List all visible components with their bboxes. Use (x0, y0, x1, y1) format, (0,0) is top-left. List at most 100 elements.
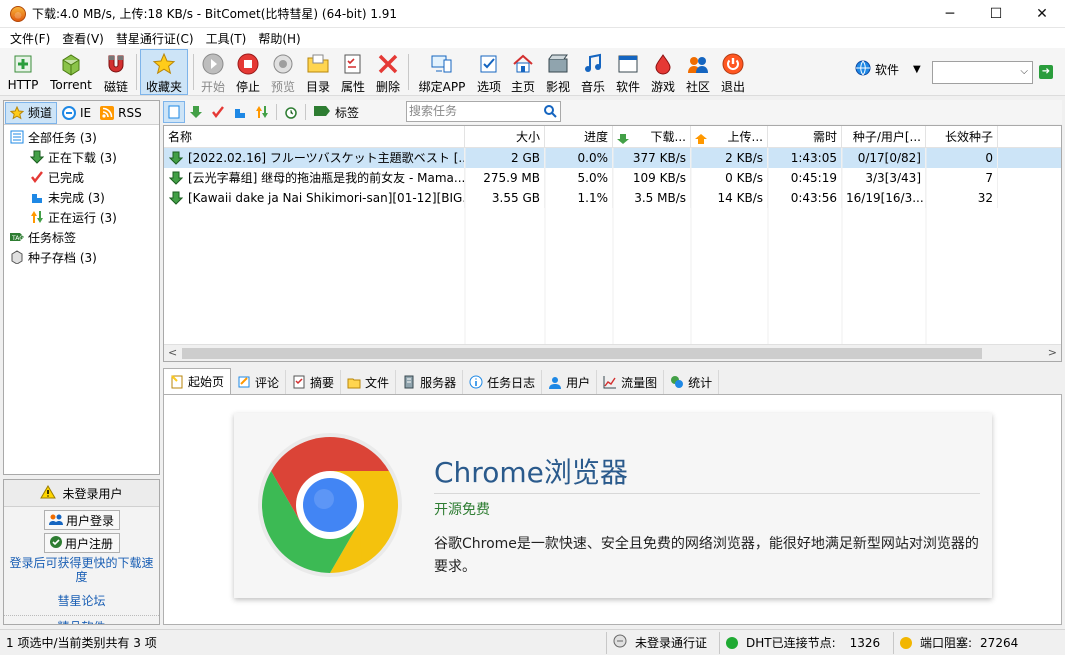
menu-view[interactable]: 查看(V) (56, 30, 110, 47)
tree-incomplete[interactable]: 未完成 (3) (4, 187, 159, 207)
delete-button[interactable]: 删除 (373, 50, 403, 94)
incomplete-filter-button[interactable] (229, 101, 251, 123)
minimize-button[interactable]: ─ (927, 0, 973, 28)
tab-summary[interactable]: 摘要 (286, 370, 342, 394)
scrollbar-thumb[interactable] (182, 348, 982, 359)
column-name[interactable]: 名称 (164, 126, 465, 148)
software-link[interactable]: 精品软件 (4, 615, 159, 624)
torrent-button[interactable]: Torrent (46, 50, 96, 94)
menu-file[interactable]: 文件(F) (4, 30, 56, 47)
video-button[interactable]: 影视 (543, 50, 573, 94)
tab-comments[interactable]: 评论 (231, 370, 287, 394)
task-search-input[interactable]: 搜索任务 (406, 101, 561, 122)
column-download[interactable]: 下载... (613, 126, 691, 148)
column-upload[interactable]: 上传... (691, 126, 768, 148)
delete-x-icon (376, 52, 400, 76)
scroll-right-icon[interactable]: > (1048, 346, 1057, 359)
tab-statistics[interactable]: 统计 (664, 370, 720, 394)
stop-button[interactable]: 停止 (233, 50, 263, 94)
promo-card[interactable]: Chrome浏览器 开源免费 谷歌Chrome是一款快速、安全且免费的网络浏览器… (234, 413, 992, 598)
horizontal-scrollbar[interactable]: < > (164, 344, 1061, 361)
menu-tools[interactable]: 工具(T) (200, 30, 253, 47)
tab-files[interactable]: 文件 (341, 370, 397, 394)
search-category[interactable]: 软件 ▼ (855, 60, 921, 79)
promo-title[interactable]: Chrome浏览器 (434, 451, 628, 491)
table-row[interactable]: [2022.02.16] フルーツバスケット主題歌ベスト [... 2 GB 0.0… (164, 148, 1061, 168)
tree-downloading[interactable]: 正在下载 (3) (4, 147, 159, 167)
options-button[interactable]: 选项 (474, 50, 504, 94)
window-title: 下载:4.0 MB/s, 上传:18 KB/s - BitComet(比特彗星)… (32, 7, 398, 21)
task-time-left: 0:43:56 (768, 188, 842, 208)
preview-button[interactable]: 预览 (268, 50, 298, 94)
all-tasks-filter-button[interactable] (163, 101, 185, 123)
start-button[interactable]: 开始 (198, 50, 228, 94)
music-button[interactable]: 音乐 (578, 50, 608, 94)
community-button[interactable]: 社区 (683, 50, 713, 94)
upload-arrow-icon (695, 130, 707, 148)
games-button[interactable]: 游戏 (648, 50, 678, 94)
user-register-button[interactable]: 用户注册 (43, 533, 120, 553)
star-icon (10, 105, 24, 120)
checkmark-icon (29, 169, 45, 185)
search-icon (543, 104, 557, 124)
exit-button[interactable]: 退出 (718, 50, 748, 94)
search-go-button[interactable]: ➜ (1039, 65, 1053, 79)
table-row[interactable]: [云光字幕组] 继母的拖油瓶是我的前女友 - Mama... 275.9 MB 5.… (164, 168, 1061, 188)
bind-app-button[interactable]: 绑定APP (414, 50, 470, 94)
favorites-button[interactable]: 收藏夹 (140, 49, 188, 95)
table-row[interactable]: [Kawaii dake ja Nai Shikimori-san][01-12… (164, 188, 1061, 208)
completed-filter-button[interactable] (207, 101, 229, 123)
dht-status-dot (726, 636, 738, 649)
tab-start-page[interactable]: 起始页 (163, 368, 232, 394)
tag-icon (313, 105, 331, 120)
task-download-speed: 109 KB/s (613, 168, 691, 188)
menu-passport[interactable]: 彗星通行证(C) (110, 30, 200, 47)
tree-seed-archive[interactable]: 种子存档 (3) (4, 247, 159, 267)
summary-icon (292, 375, 306, 389)
tab-traffic-graph[interactable]: 流量图 (597, 370, 665, 394)
menu-help[interactable]: 帮助(H) (252, 30, 306, 47)
properties-button[interactable]: 属性 (338, 50, 368, 94)
folder-button[interactable]: 目录 (303, 50, 333, 94)
arrow-down-icon (29, 149, 45, 165)
port-status: 端口阻塞: 27264 (894, 632, 1044, 654)
column-long-seeds[interactable]: 长效种子 (926, 126, 998, 148)
tree-all-tasks[interactable]: 全部任务 (3) (4, 127, 159, 147)
tree-completed[interactable]: 已完成 (4, 167, 159, 187)
downloading-arrow-icon (168, 151, 184, 165)
tree-task-tags[interactable]: TAG 任务标签 (4, 227, 159, 247)
tab-ie[interactable]: IE (58, 102, 95, 124)
tab-users[interactable]: 用户 (542, 370, 598, 394)
column-size[interactable]: 大小 (465, 126, 545, 148)
running-filter-button[interactable] (251, 101, 273, 123)
http-button[interactable]: HTTP (4, 50, 42, 94)
login-panel: 未登录用户 用户登录 用户注册 登录后可获得更快的下载速度 彗星论坛 精品软件 (3, 479, 160, 625)
search-input[interactable]: ⌵ (932, 61, 1033, 84)
column-progress[interactable]: 进度 (545, 126, 613, 148)
magnet-button[interactable]: 磁链 (100, 50, 132, 94)
globe-icon (855, 60, 871, 79)
downloading-filter-button[interactable] (185, 101, 207, 123)
tab-rss[interactable]: RSS (96, 102, 146, 124)
column-seeds[interactable]: 种子/用户[... (842, 126, 926, 148)
home-icon (511, 52, 535, 76)
faster-download-link[interactable]: 登录后可获得更快的下载速度 (4, 556, 159, 584)
tags-button[interactable]: 标签 (313, 104, 359, 121)
task-upload-speed: 14 KB/s (691, 188, 768, 208)
close-button[interactable]: ✕ (1019, 0, 1065, 28)
tab-task-log[interactable]: 任务日志 (463, 370, 543, 394)
tab-channel[interactable]: 频道 (5, 101, 58, 124)
maximize-button[interactable]: ☐ (973, 0, 1019, 28)
scroll-left-icon[interactable]: < (168, 346, 177, 359)
task-name: [2022.02.16] フルーツバスケット主題歌ベスト [... (164, 148, 465, 168)
incomplete-icon (235, 109, 245, 118)
home-button[interactable]: 主页 (508, 50, 538, 94)
forum-link[interactable]: 彗星论坛 (4, 592, 159, 609)
passport-status[interactable]: 未登录通行证 (607, 631, 720, 654)
tab-servers[interactable]: 服务器 (396, 370, 464, 394)
user-login-button[interactable]: 用户登录 (43, 510, 120, 530)
software-button[interactable]: 软件 (613, 50, 643, 94)
tree-running[interactable]: 正在运行 (3) (4, 207, 159, 227)
column-time-left[interactable]: 需时 (768, 126, 842, 148)
scheduler-button[interactable] (280, 101, 302, 123)
